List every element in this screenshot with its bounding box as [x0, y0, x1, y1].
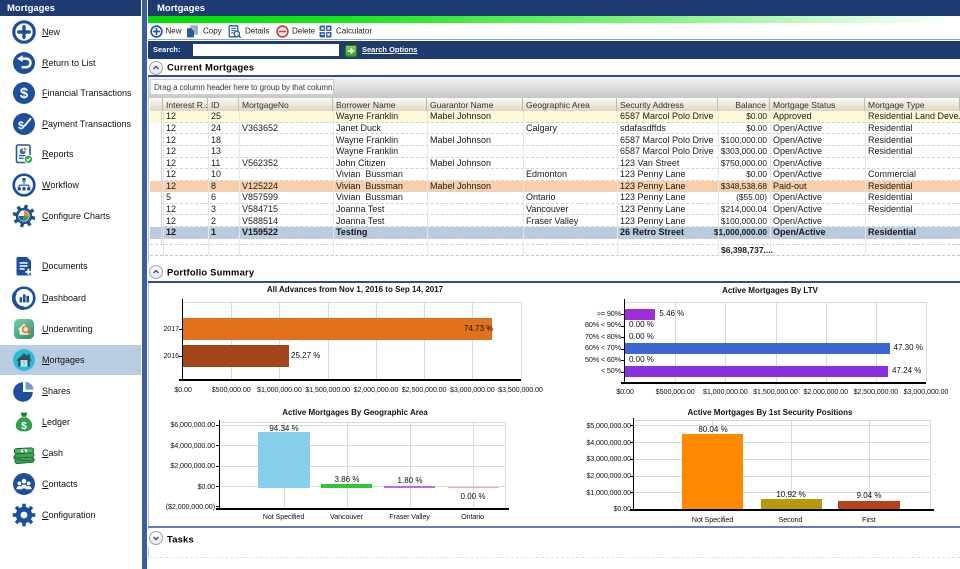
svg-text:$: $ [21, 420, 27, 432]
svg-text:$: $ [20, 85, 29, 102]
svg-text:$: $ [18, 120, 24, 132]
